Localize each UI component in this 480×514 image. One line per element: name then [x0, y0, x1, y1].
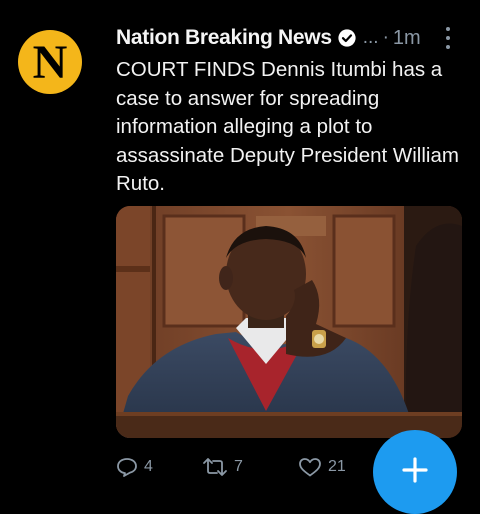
- tweet[interactable]: N Nation Breaking News ... · 1m COURT FI…: [0, 0, 480, 514]
- compose-button[interactable]: [373, 430, 457, 514]
- more-dot: [446, 27, 450, 31]
- like-count: 21: [328, 457, 346, 475]
- author-name[interactable]: Nation Breaking News: [116, 26, 332, 50]
- more-dot: [446, 45, 450, 49]
- tweet-photo[interactable]: [116, 206, 462, 438]
- more-vertical-icon[interactable]: [441, 27, 455, 49]
- avatar-letter: N: [32, 36, 68, 89]
- verified-badge-icon: [338, 29, 356, 47]
- tweet-text: COURT FINDS Dennis Itumbi has a case to …: [116, 58, 459, 195]
- reply-button[interactable]: 4: [116, 456, 153, 477]
- timestamp[interactable]: 1m: [393, 27, 421, 50]
- retweet-icon: [202, 457, 228, 477]
- courtroom-photo: [116, 206, 462, 438]
- tweet-header: Nation Breaking News ... · 1m: [116, 24, 466, 52]
- retweet-count: 7: [234, 457, 243, 475]
- truncated-handle: ...: [362, 27, 379, 48]
- more-dot: [446, 36, 450, 40]
- like-button[interactable]: 21: [298, 456, 346, 477]
- separator-dot: ·: [382, 27, 389, 48]
- plus-icon: [402, 457, 428, 488]
- heart-icon: [298, 457, 322, 477]
- retweet-button[interactable]: 7: [202, 456, 243, 477]
- tweet-actions: 4 7 21: [116, 456, 376, 477]
- avatar[interactable]: N: [18, 30, 82, 94]
- reply-count: 4: [144, 457, 153, 475]
- reply-icon: [116, 457, 138, 477]
